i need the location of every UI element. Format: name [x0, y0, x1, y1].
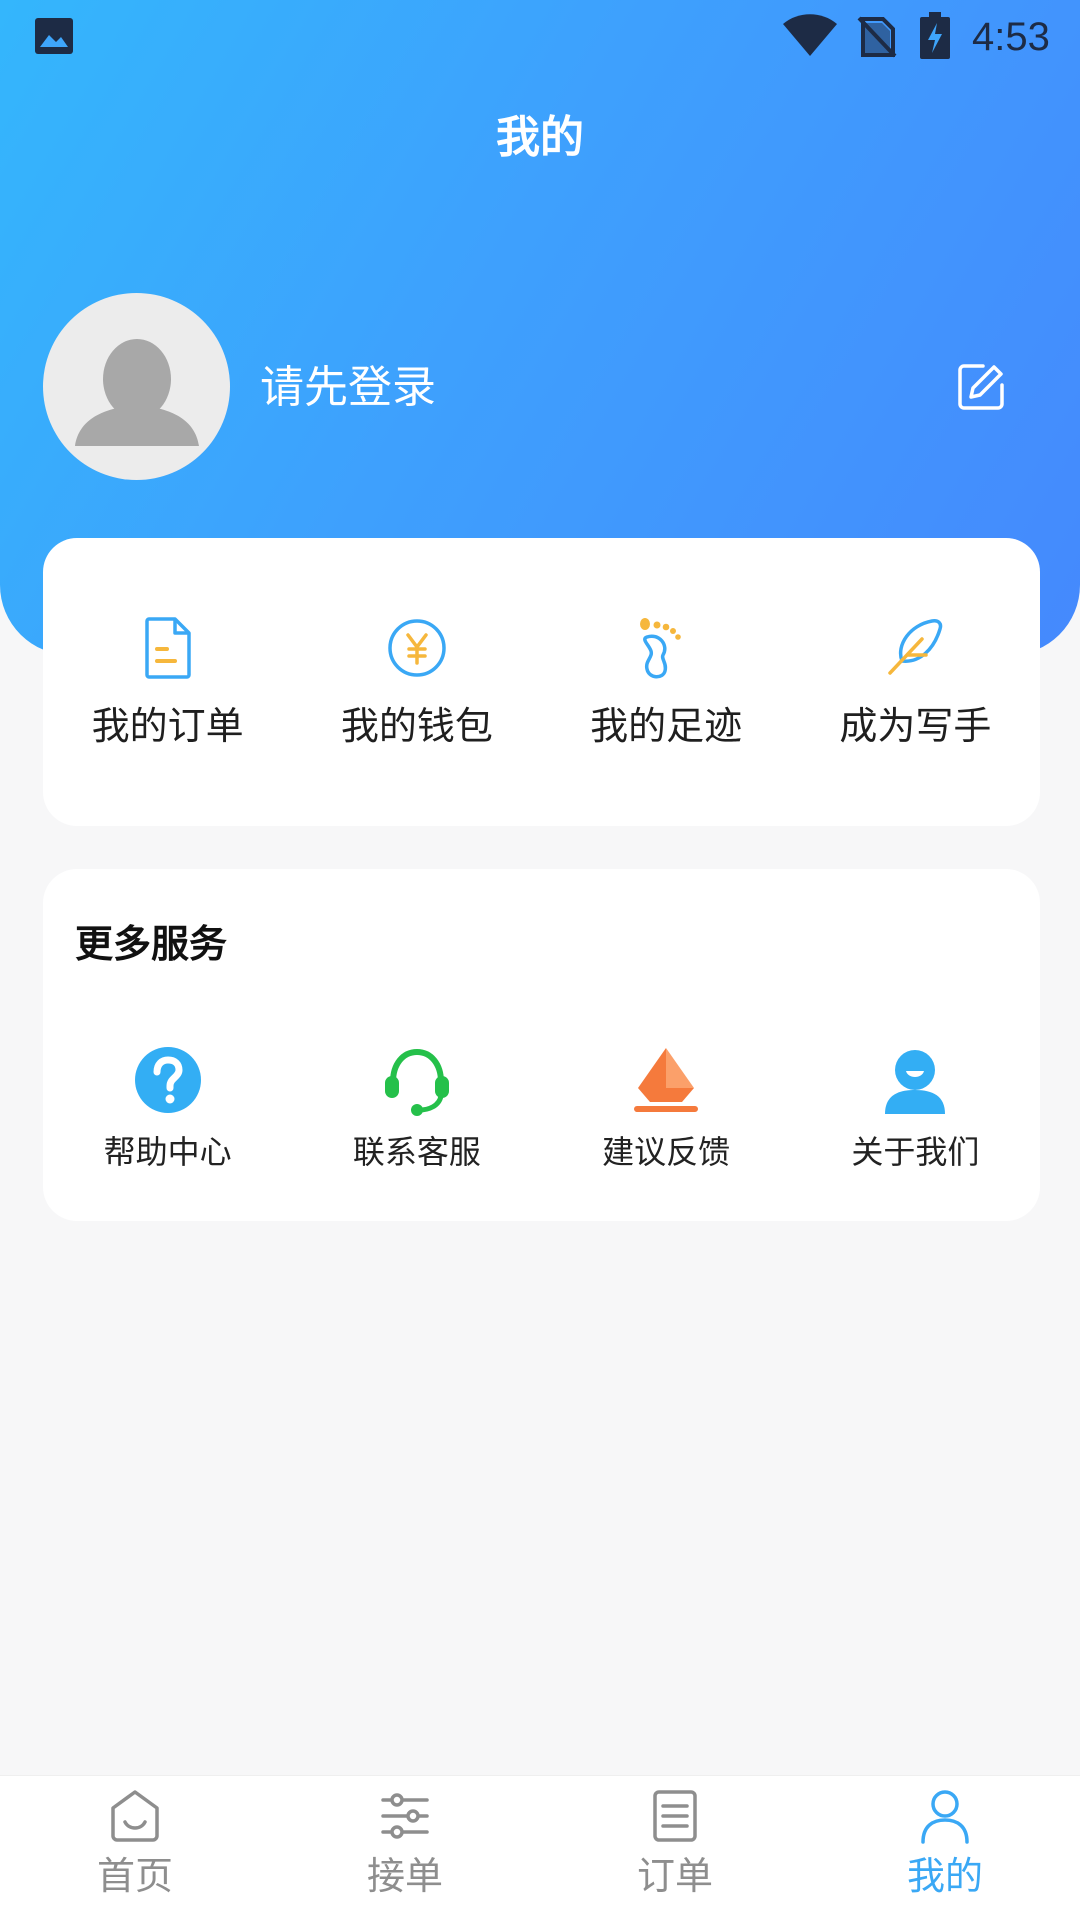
help-question-icon: [134, 1047, 201, 1113]
feedback-sail-icon: [634, 1048, 699, 1112]
nav-label: 订单: [636, 1854, 713, 1898]
status-bar: 4:53: [0, 0, 1080, 76]
service-label: 联系客服: [352, 1133, 481, 1171]
quick-action-label: 成为写手: [839, 704, 992, 748]
edit-icon[interactable]: [956, 362, 1006, 412]
service-label: 建议反馈: [602, 1133, 731, 1171]
my-orders-button[interactable]: 我的订单: [43, 615, 292, 751]
quick-action-label: 我的订单: [91, 704, 244, 748]
about-person-icon: [885, 1050, 946, 1114]
become-writer-button[interactable]: 成为写手: [791, 615, 1040, 751]
person-icon: [921, 1790, 969, 1844]
list-doc-icon: [653, 1790, 697, 1842]
default-avatar-icon: [75, 339, 199, 446]
order-doc-icon: [144, 617, 191, 679]
help-center-button[interactable]: 帮助中心: [43, 1044, 292, 1174]
home-icon: [111, 1790, 159, 1842]
nav-me[interactable]: 我的: [810, 1776, 1080, 1920]
more-services-card: 更多服务 帮助中心 联系客服 建议反馈 关于我们: [43, 869, 1040, 1221]
wifi-icon: [783, 14, 837, 56]
nav-label: 首页: [96, 1854, 173, 1898]
headset-icon: [384, 1048, 449, 1116]
my-footprint-button[interactable]: 我的足迹: [542, 615, 791, 751]
avatar[interactable]: [43, 293, 230, 480]
gallery-notification-icon: [35, 18, 73, 54]
contact-service-button[interactable]: 联系客服: [292, 1044, 541, 1174]
nav-orders[interactable]: 订单: [540, 1776, 810, 1920]
my-wallet-button[interactable]: 我的钱包: [292, 615, 541, 751]
wallet-yen-icon: [388, 619, 446, 677]
nav-label: 我的: [906, 1854, 983, 1898]
quick-action-label: 我的钱包: [340, 704, 493, 748]
login-prompt[interactable]: 请先登录: [260, 360, 436, 416]
nav-label: 接单: [366, 1854, 443, 1898]
feedback-button[interactable]: 建议反馈: [542, 1044, 791, 1174]
service-label: 帮助中心: [103, 1133, 232, 1171]
service-label: 关于我们: [851, 1133, 980, 1171]
section-title: 更多服务: [75, 922, 228, 966]
footprint-icon: [640, 618, 681, 679]
quick-actions-card: 我的订单 我的钱包 我的足迹 成为写手: [43, 538, 1040, 826]
my-page: 4:53 我的 请先登录 我的订单 我的钱包 我的足迹 成为写手 更多服务 帮助…: [0, 0, 1080, 1920]
feather-pen-icon: [888, 619, 943, 675]
page-title: 我的: [496, 112, 584, 163]
sliders-icon: [381, 1793, 429, 1839]
about-us-button[interactable]: 关于我们: [791, 1044, 1040, 1174]
status-time: 4:53: [972, 15, 1050, 59]
battery-charging-icon: [920, 12, 950, 59]
quick-action-label: 我的足迹: [590, 704, 743, 748]
nav-home[interactable]: 首页: [0, 1776, 270, 1920]
bottom-navigation: 首页 接单 订单 我的: [0, 1775, 1080, 1920]
no-sim-icon: [857, 16, 897, 58]
nav-take-orders[interactable]: 接单: [270, 1776, 540, 1920]
